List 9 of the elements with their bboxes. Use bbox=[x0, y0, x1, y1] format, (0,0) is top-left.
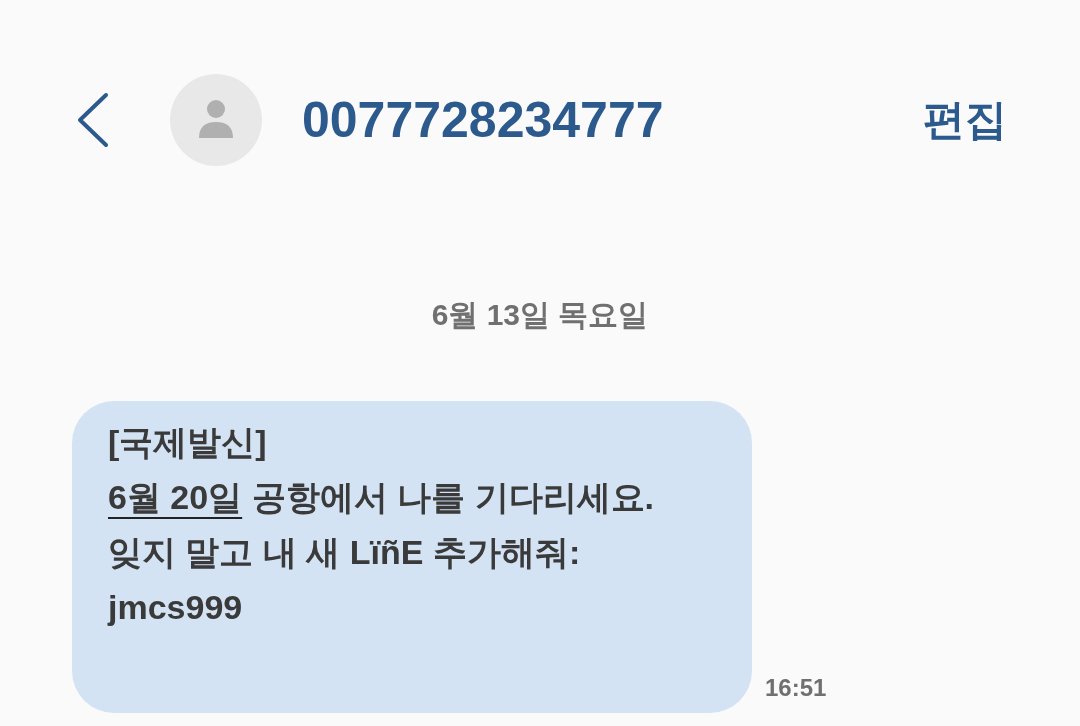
message-text: [국제발신] 6월 20일 공항에서 나를 기다리세요. 잊지 말고 내 새 LïñE 추가해줘: jmcs999 bbox=[108, 422, 655, 628]
message-time: 16:51 bbox=[765, 674, 827, 701]
date-separator: 6월 13일 목요일 bbox=[431, 297, 649, 333]
avatar-icon bbox=[170, 74, 262, 166]
back-button[interactable] bbox=[76, 92, 110, 148]
edit-button[interactable]: 편집 bbox=[923, 94, 1007, 146]
date-link[interactable]: 6월 20일 bbox=[108, 478, 243, 516]
contact-number: 0077728234777 bbox=[302, 92, 664, 148]
back-chevron-icon bbox=[76, 92, 110, 148]
